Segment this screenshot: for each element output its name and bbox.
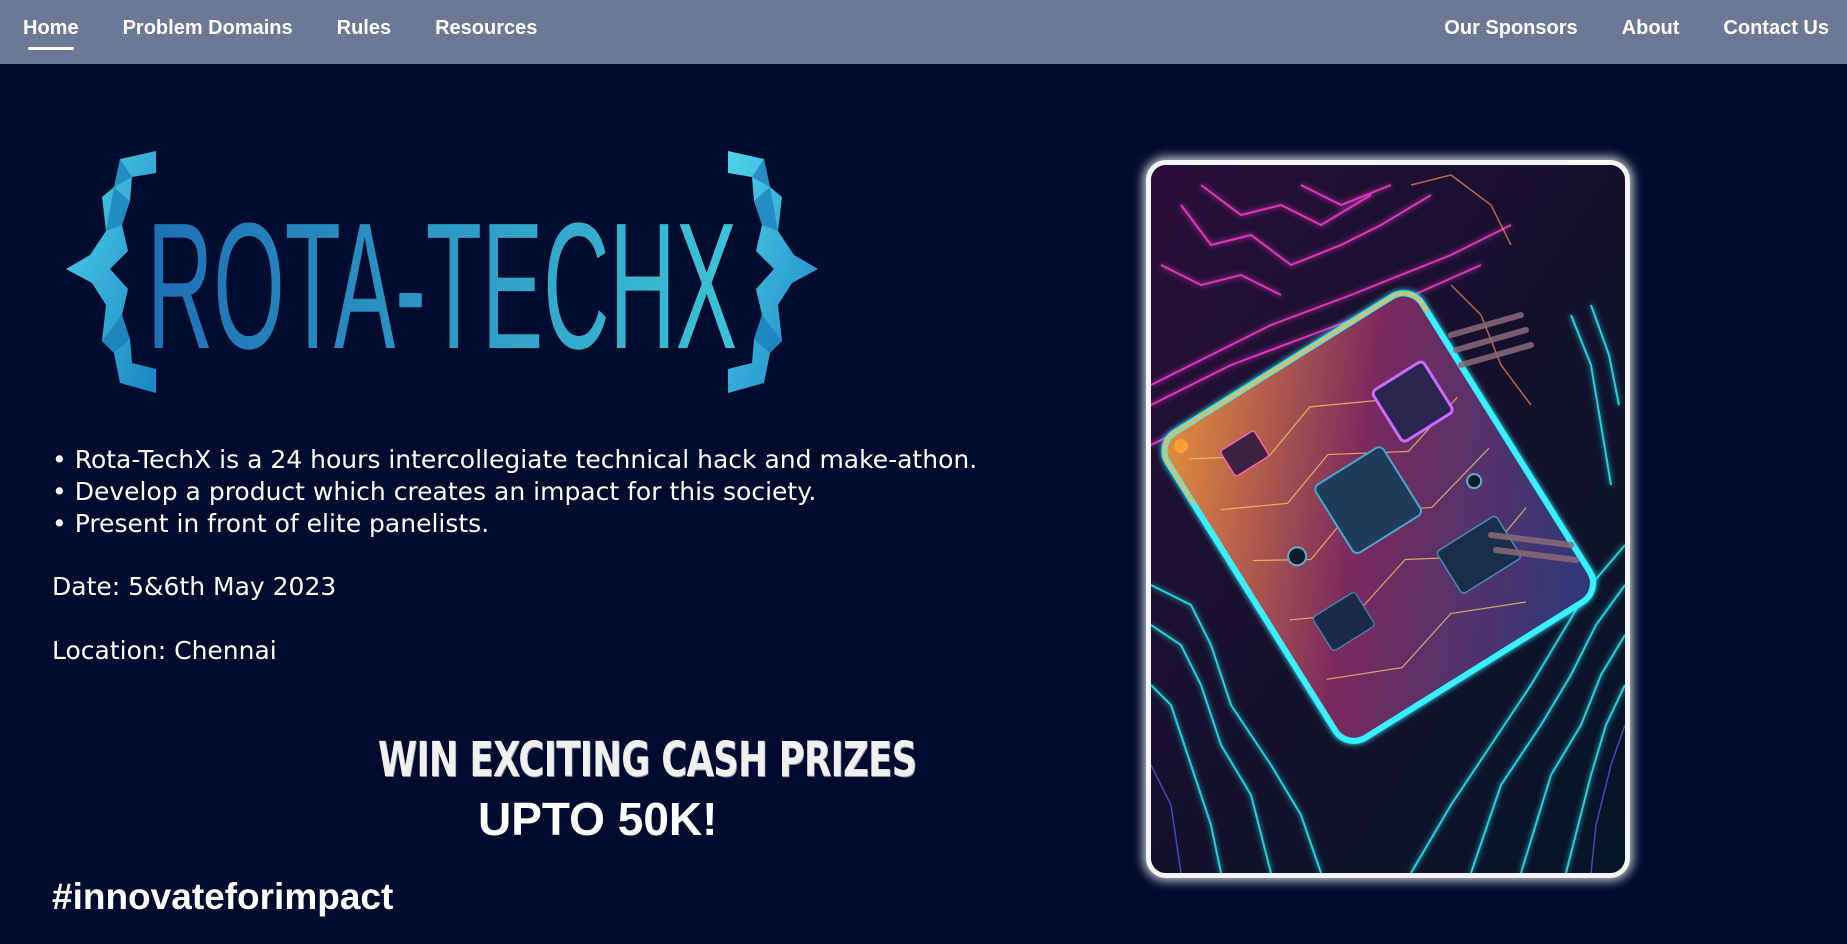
nav-our-sponsors-link[interactable]: Our Sponsors [1444, 17, 1577, 40]
event-date: Date: 5&6th May 2023 [52, 572, 337, 601]
prize-headline: WIN EXCITING CASH PRIZES [378, 732, 917, 788]
nav-problem-domains-link[interactable]: Problem Domains [123, 17, 293, 40]
bullet-item: • Present in front of elite panelists. [52, 509, 490, 538]
bullet-item: • Develop a product which creates an imp… [52, 477, 817, 506]
logo-text: ROTA-TECHX [147, 186, 737, 387]
nav-left-group: Home Problem Domains Rules Resources [23, 0, 581, 56]
circuit-board-icon [1151, 165, 1625, 873]
hashtag: #innovateforimpact [52, 876, 394, 917]
left-brace-icon [66, 151, 156, 393]
nav-contact-us-link[interactable]: Contact Us [1723, 17, 1829, 40]
bullet-item: • Rota-TechX is a 24 hours intercollegia… [52, 445, 978, 474]
nav-resources-link[interactable]: Resources [435, 17, 537, 40]
nav-home-link[interactable]: Home [23, 17, 79, 50]
event-location: Location: Chennai [52, 636, 277, 665]
description-list: • Rota-TechX is a 24 hours intercollegia… [52, 444, 1012, 540]
nav-about-link[interactable]: About [1622, 17, 1680, 40]
top-navbar: Home Problem Domains Rules Resources Our… [0, 0, 1847, 64]
nav-right-group: Our Sponsors About Contact Us [1400, 0, 1829, 56]
hero-circuit-image [1146, 160, 1630, 878]
nav-rules-link[interactable]: Rules [337, 17, 391, 40]
rota-techx-logo: ROTA-TECHX [62, 145, 822, 405]
prize-amount: UPTO 50K! [478, 793, 718, 845]
right-brace-icon [728, 151, 818, 393]
